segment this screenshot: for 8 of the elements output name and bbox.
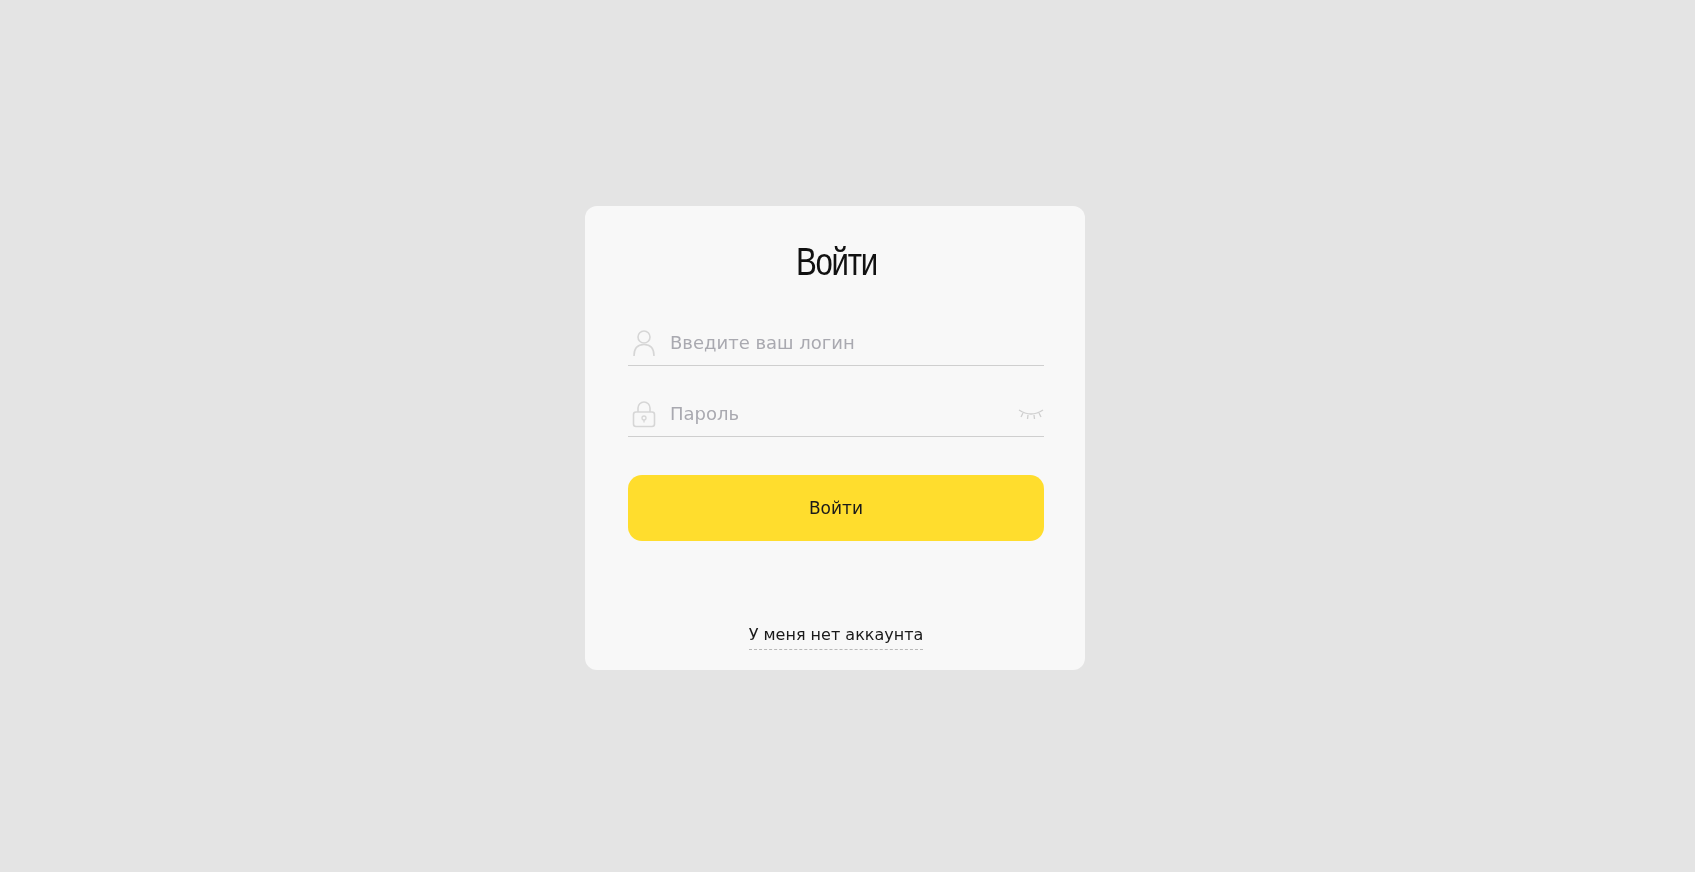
lock-icon — [632, 399, 656, 428]
page-title: Войти — [795, 240, 877, 284]
eye-closed-icon[interactable] — [1018, 407, 1044, 420]
user-icon — [632, 328, 656, 357]
login-field[interactable]: Введите ваш логин — [670, 332, 1044, 353]
password-field[interactable]: Пароль — [670, 403, 1004, 424]
register-link[interactable]: У меня нет аккаунта — [748, 625, 924, 650]
login-button[interactable]: Войти — [628, 475, 1044, 541]
